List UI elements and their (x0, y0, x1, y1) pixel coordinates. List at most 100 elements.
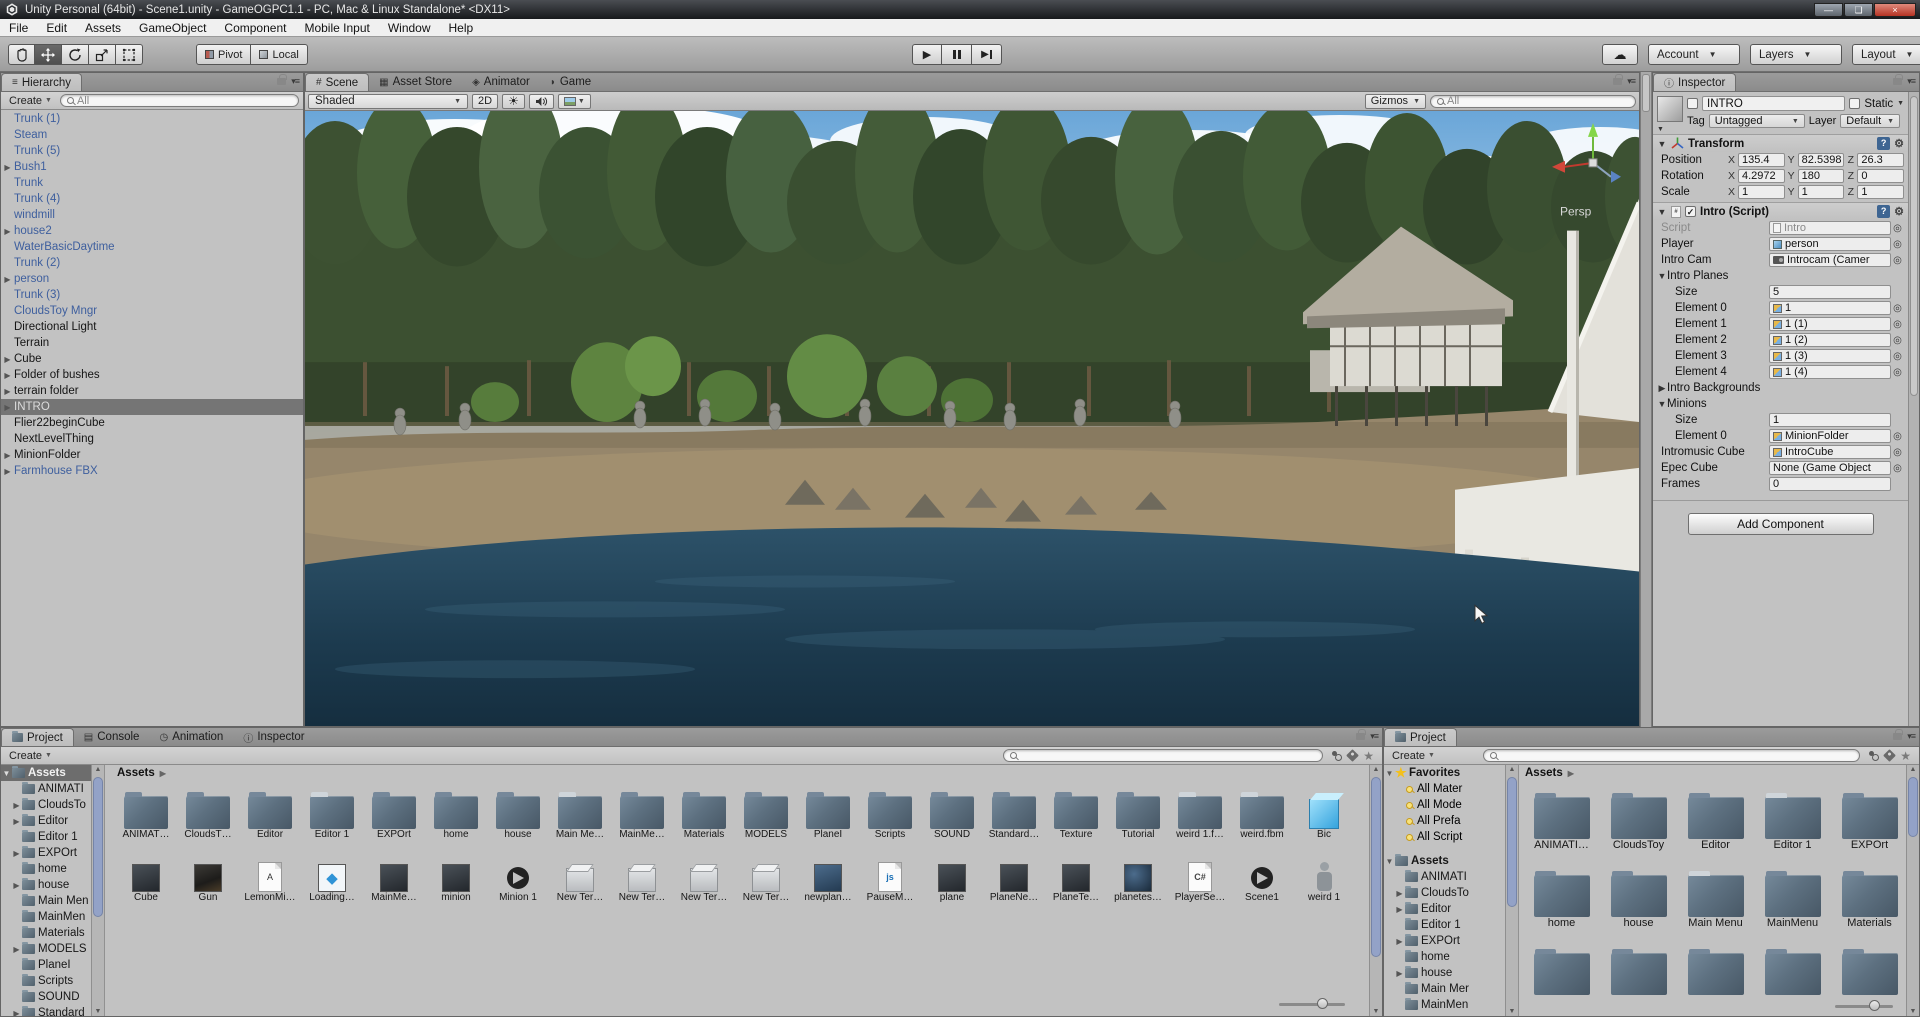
asset-home[interactable]: home (1523, 865, 1600, 929)
add-component-button[interactable]: Add Component (1688, 513, 1874, 535)
create-button[interactable]: Create▼ (1388, 747, 1439, 764)
foldout-arrow[interactable]: ▼ (1657, 139, 1667, 149)
tab-inspector[interactable]: ⓘ Inspector (1653, 73, 1736, 91)
lock-icon[interactable] (1613, 78, 1622, 85)
tab-animator[interactable]: ◈Animator (462, 73, 540, 91)
grid-scrollbar[interactable]: ▲▼ (1906, 765, 1919, 1016)
grid-scrollbar[interactable]: ▲▼ (1369, 765, 1382, 1016)
tree-item-standard[interactable]: ▶Standard (1, 1005, 104, 1016)
scene-viewport[interactable]: Persp (305, 111, 1639, 726)
gameobject-name-field[interactable]: INTRO (1702, 96, 1845, 111)
hierarchy-item-windmill[interactable]: windmill (1, 207, 303, 223)
asset-export[interactable]: EXPOrt (363, 785, 425, 840)
persp-label[interactable]: Persp (1560, 205, 1592, 219)
rotate-tool-icon[interactable] (62, 44, 89, 65)
favorite-all-prefa[interactable]: All Prefa (1384, 813, 1518, 829)
asset-texture[interactable]: Texture (1045, 785, 1107, 840)
2d-toggle[interactable]: 2D (472, 94, 498, 109)
pivot-toggle[interactable]: Pivot (196, 44, 251, 65)
pause-button[interactable] (942, 44, 972, 65)
tree-item-export[interactable]: ▶EXPOrt (1, 845, 104, 861)
minions-size-field[interactable]: 1 (1769, 413, 1891, 427)
asset-tutorial[interactable]: Tutorial (1107, 785, 1169, 840)
foldout-arrow[interactable]: ▶ (1, 275, 14, 284)
minimize-button[interactable]: — (1814, 3, 1843, 17)
foldout-arrow[interactable]: ▶ (11, 817, 22, 826)
lock-icon[interactable] (277, 78, 286, 85)
tree-item-planei[interactable]: PlaneI (1, 957, 104, 973)
tree-item-materials[interactable]: Materials (1, 925, 104, 941)
asset-export[interactable]: EXPOrt (1831, 787, 1907, 851)
favorites-icon[interactable]: ★ (1900, 749, 1911, 763)
foldout-arrow[interactable]: ▶ (1394, 889, 1405, 898)
asset-planene-[interactable]: PlaneNe… (983, 852, 1045, 903)
introcam-object-field[interactable]: Introcam (Camer (1769, 253, 1891, 267)
tree-item-main-men[interactable]: Main Men (1, 893, 104, 909)
transform-rotation-y-field[interactable]: 180 (1798, 169, 1845, 183)
tree-scrollbar[interactable]: ▲▼ (91, 765, 104, 1016)
hierarchy-item-person[interactable]: ▶person (1, 271, 303, 287)
intro-planes-foldout[interactable]: ▼ Intro Planes (1653, 268, 1908, 284)
intromusic-object-field[interactable]: IntroCube (1769, 445, 1891, 459)
asset-models[interactable]: MODELS (735, 785, 797, 840)
tab-hierarchy[interactable]: ≡ Hierarchy (1, 73, 82, 91)
plane-element-2-object-field[interactable]: 1 (2) (1769, 333, 1891, 347)
tree-item-animati[interactable]: ANIMATI (1384, 869, 1518, 885)
cloud-button[interactable]: ☁ (1602, 44, 1638, 65)
project-search-input[interactable] (1003, 749, 1323, 762)
transform-rotation-z-field[interactable]: 0 (1857, 169, 1904, 183)
tree-item-cloudsto[interactable]: ▶CloudsTo (1384, 885, 1518, 901)
maximize-button[interactable]: ❏ (1844, 3, 1873, 17)
hierarchy-item-nextlevelthing[interactable]: NextLevelThing (1, 431, 303, 447)
player-object-field[interactable]: person (1769, 237, 1891, 251)
asset-newplan-[interactable]: newplan… (797, 852, 859, 903)
tree-item-home[interactable]: home (1, 861, 104, 877)
object-picker-icon[interactable]: ◎ (1891, 255, 1904, 266)
shading-mode-dropdown[interactable]: Shaded ▼ (308, 94, 468, 109)
menu-file[interactable]: File (0, 19, 37, 36)
inspector-scrollbar[interactable] (1908, 92, 1919, 726)
menu-component[interactable]: Component (215, 19, 295, 36)
local-toggle[interactable]: Local (251, 44, 307, 65)
account-dropdown[interactable]: Account ▼ (1648, 44, 1740, 65)
menu-edit[interactable]: Edit (37, 19, 76, 36)
transform-rotation-x-field[interactable]: 4.2972 (1738, 169, 1785, 183)
active-checkbox[interactable] (1687, 98, 1698, 109)
asset-house[interactable]: house (487, 785, 549, 840)
foldout-arrow[interactable]: ▶ (1, 387, 14, 396)
hierarchy-item-trunk-5-[interactable]: Trunk (5) (1, 143, 303, 159)
tree-item-home[interactable]: home (1384, 949, 1518, 965)
foldout-arrow[interactable]: ▶ (11, 849, 22, 858)
transform-scale-x-field[interactable]: 1 (1738, 185, 1785, 199)
tree-item-editor-1[interactable]: Editor 1 (1, 829, 104, 845)
object-picker-icon[interactable]: ◎ (1891, 303, 1904, 314)
foldout-arrow[interactable]: ▶ (1, 371, 14, 380)
asset-main-me-[interactable]: Main Me… (549, 785, 611, 840)
tree-item-main-mer[interactable]: Main Mer (1384, 981, 1518, 997)
tree-item-models[interactable]: ▶MODELS (1, 941, 104, 957)
tree-item-editor[interactable]: ▶Editor (1, 813, 104, 829)
tab-project[interactable]: Project (1384, 728, 1457, 746)
asset-mainmenu[interactable]: MainMenu (1754, 865, 1831, 929)
asset-sound[interactable]: SOUND (921, 785, 983, 840)
foldout-arrow[interactable]: ▶ (1, 355, 14, 364)
hierarchy-item-folder-of-bushes[interactable]: ▶Folder of bushes (1, 367, 303, 383)
panel-menu-icon[interactable]: ▾≡ (1907, 731, 1915, 742)
object-picker-icon[interactable]: ◎ (1891, 431, 1904, 442)
rect-tool-icon[interactable] (116, 44, 143, 65)
tree-item-editor-1[interactable]: Editor 1 (1384, 917, 1518, 933)
tab-inspector[interactable]: ⓘInspector (233, 728, 314, 746)
minion-element-0-object-field[interactable]: MinionFolder (1769, 429, 1891, 443)
foldout-arrow[interactable]: ▶ (1394, 905, 1405, 914)
asset-cloudst-[interactable]: CloudsT… (177, 785, 239, 840)
asset-folder[interactable] (1831, 943, 1907, 995)
tree-item-mainmen[interactable]: MainMen (1, 909, 104, 925)
asset-minion-1[interactable]: Minion 1 (487, 852, 549, 903)
intro-backgrounds-foldout[interactable]: ▶ Intro Backgrounds (1653, 380, 1908, 396)
foldout-arrow[interactable]: ▶ (1, 451, 14, 460)
gizmos-dropdown[interactable]: Gizmos ▼ (1365, 94, 1426, 109)
asset-new-ter-[interactable]: New Ter… (549, 852, 611, 903)
asset-standard-[interactable]: Standard… (983, 785, 1045, 840)
tree-item-editor[interactable]: ▶Editor (1384, 901, 1518, 917)
asset-editor-1[interactable]: Editor 1 (1754, 787, 1831, 851)
